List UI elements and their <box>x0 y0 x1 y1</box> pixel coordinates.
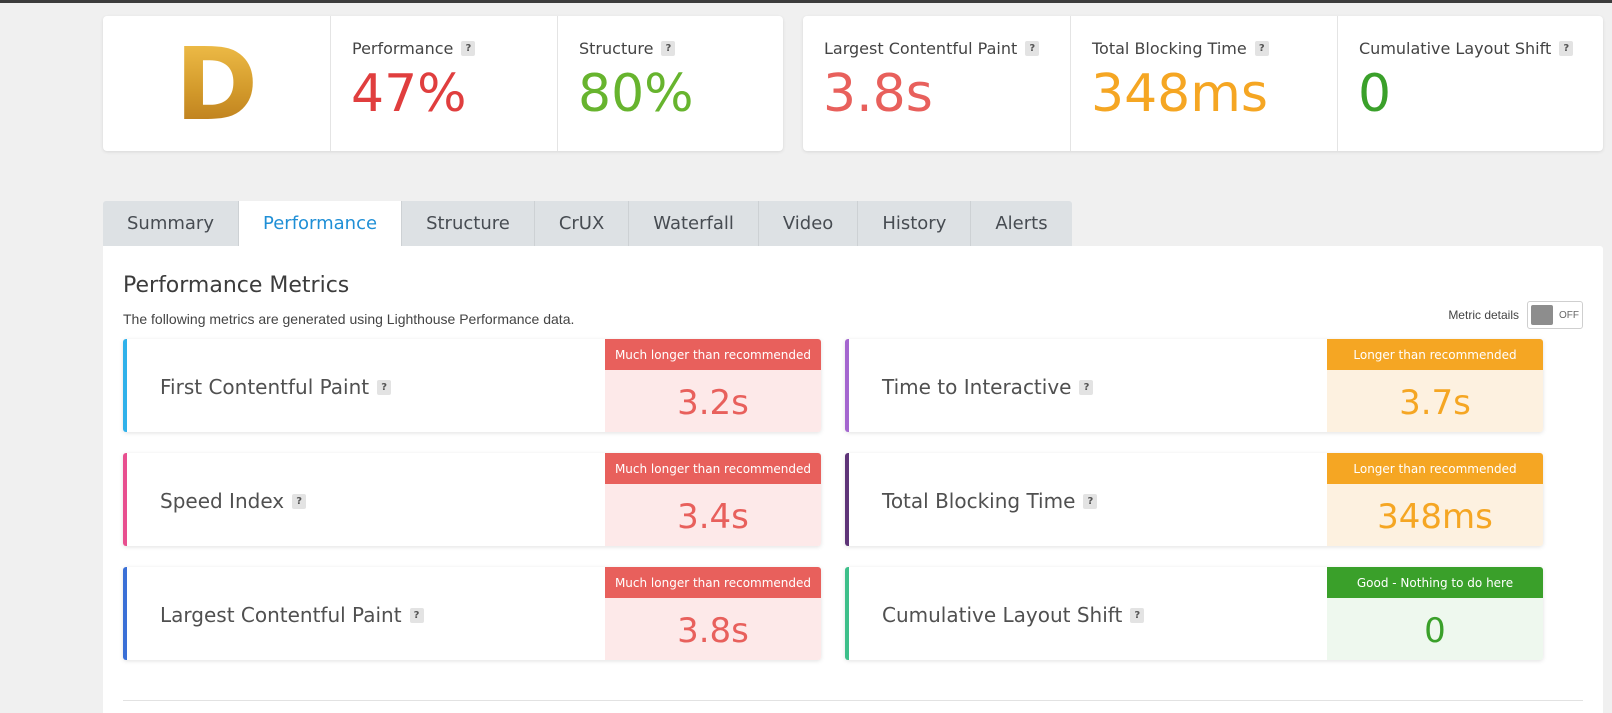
vital-label: Cumulative Layout Shift <box>1359 39 1552 58</box>
toggle-knob <box>1531 305 1553 325</box>
metric-value: 3.8s <box>605 598 821 660</box>
metric-details-label: Metric details <box>1448 308 1519 322</box>
metric-status: Longer than recommended <box>1327 339 1543 370</box>
panel-description: The following metrics are generated usin… <box>123 311 575 327</box>
score-label: Structure <box>579 39 654 58</box>
metric-badge: Much longer than recommended 3.2s <box>605 339 821 432</box>
accent-bar <box>123 567 127 660</box>
web-vitals-card: Largest Contentful Paint ? 3.8s Total Bl… <box>803 16 1603 151</box>
metric-value: 0 <box>1327 598 1543 660</box>
tab-structure[interactable]: Structure <box>402 201 535 246</box>
tab-performance[interactable]: Performance <box>239 201 403 246</box>
help-icon[interactable]: ? <box>1130 607 1145 623</box>
divider <box>123 700 1583 701</box>
metric-status: Much longer than recommended <box>605 453 821 484</box>
help-icon[interactable]: ? <box>409 607 424 623</box>
metric-card-tbt: Total Blocking Time? Longer than recomme… <box>845 453 1543 546</box>
report-tabs: Summary Performance Structure CrUX Water… <box>103 201 1072 246</box>
metric-value: 3.2s <box>605 370 821 432</box>
metric-badge: Longer than recommended 3.7s <box>1327 339 1543 432</box>
score-performance: Performance ? 47% <box>330 16 557 151</box>
vital-label: Total Blocking Time <box>1092 39 1247 58</box>
grades-card: D Performance ? 47% Structure ? 80% <box>103 16 783 151</box>
metric-value: 3.4s <box>605 484 821 546</box>
metric-card-fcp: First Contentful Paint? Much longer than… <box>123 339 821 432</box>
tab-history[interactable]: History <box>858 201 972 246</box>
help-icon[interactable]: ? <box>1025 41 1040 56</box>
tab-video[interactable]: Video <box>758 201 859 246</box>
help-icon[interactable]: ? <box>1083 493 1098 509</box>
score-structure: Structure ? 80% <box>557 16 783 151</box>
grade-letter: D <box>174 25 258 143</box>
metric-status: Much longer than recommended <box>605 567 821 598</box>
accent-bar <box>123 339 127 432</box>
metric-badge: Much longer than recommended 3.8s <box>605 567 821 660</box>
vital-tbt: Total Blocking Time ? 348ms <box>1070 16 1337 151</box>
tab-alerts[interactable]: Alerts <box>971 201 1072 246</box>
metric-badge: Much longer than recommended 3.4s <box>605 453 821 546</box>
accent-bar <box>845 567 849 660</box>
metric-label: First Contentful Paint <box>160 375 370 399</box>
vital-value: 0 <box>1358 64 1392 124</box>
help-icon[interactable]: ? <box>292 493 307 509</box>
toggle-state: OFF <box>1559 309 1579 321</box>
tab-crux[interactable]: CrUX <box>534 201 630 246</box>
help-icon[interactable]: ? <box>461 41 476 56</box>
metric-card-cls: Cumulative Layout Shift? Good - Nothing … <box>845 567 1543 660</box>
metric-card-tti: Time to Interactive? Longer than recomme… <box>845 339 1543 432</box>
metric-card-si: Speed Index? Much longer than recommende… <box>123 453 821 546</box>
metric-value: 3.7s <box>1327 370 1543 432</box>
tab-waterfall[interactable]: Waterfall <box>629 201 759 246</box>
metric-card-lcp: Largest Contentful Paint? Much longer th… <box>123 567 821 660</box>
metric-status: Longer than recommended <box>1327 453 1543 484</box>
metric-label: Speed Index <box>160 489 285 513</box>
help-icon[interactable]: ? <box>1559 41 1574 56</box>
vital-value: 3.8s <box>823 64 933 124</box>
metric-badge: Longer than recommended 348ms <box>1327 453 1543 546</box>
help-icon[interactable]: ? <box>1254 41 1269 56</box>
metric-details-control: Metric details OFF <box>1448 301 1583 329</box>
metric-status: Good - Nothing to do here <box>1327 567 1543 598</box>
help-icon[interactable]: ? <box>661 41 676 56</box>
metric-label: Cumulative Layout Shift <box>882 603 1123 627</box>
vital-cls: Cumulative Layout Shift ? 0 <box>1337 16 1603 151</box>
metric-status: Much longer than recommended <box>605 339 821 370</box>
vital-value: 348ms <box>1091 64 1268 124</box>
vital-label: Largest Contentful Paint <box>824 39 1018 58</box>
metric-value: 348ms <box>1327 484 1543 546</box>
metric-label: Largest Contentful Paint <box>160 603 402 627</box>
help-icon[interactable]: ? <box>377 379 392 395</box>
vital-lcp: Largest Contentful Paint ? 3.8s <box>803 16 1070 151</box>
help-icon[interactable]: ? <box>1079 379 1094 395</box>
grade-cell: D <box>103 16 330 151</box>
score-value: 80% <box>578 64 694 124</box>
performance-panel: Performance Metrics The following metric… <box>103 246 1603 713</box>
metric-label: Time to Interactive <box>882 375 1072 399</box>
metric-label: Total Blocking Time <box>882 489 1076 513</box>
score-label: Performance <box>352 39 454 58</box>
panel-title: Performance Metrics <box>123 273 350 298</box>
accent-bar <box>845 453 849 546</box>
top-border <box>0 0 1612 3</box>
metric-badge: Good - Nothing to do here 0 <box>1327 567 1543 660</box>
metric-details-toggle[interactable]: OFF <box>1527 301 1583 329</box>
accent-bar <box>123 453 127 546</box>
score-value: 47% <box>351 64 467 124</box>
tab-summary[interactable]: Summary <box>103 201 239 246</box>
accent-bar <box>845 339 849 432</box>
